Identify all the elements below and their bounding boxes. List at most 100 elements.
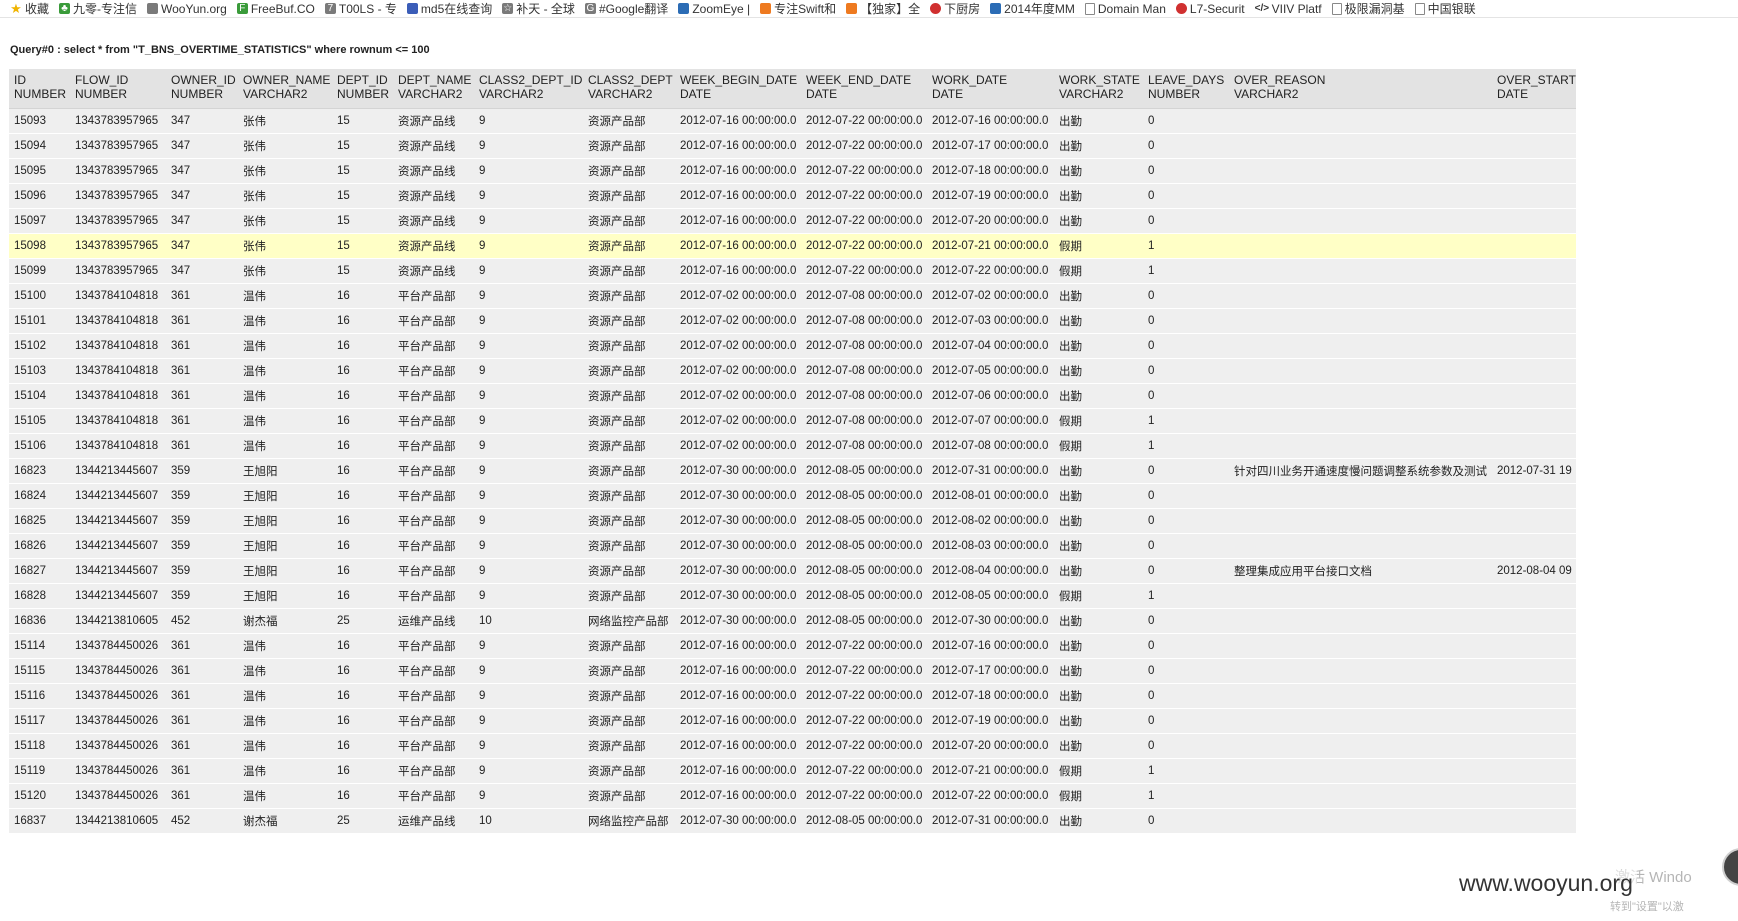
table-cell: 9 — [474, 458, 583, 484]
column-header[interactable]: DEPT_ID NUMBER — [332, 69, 393, 109]
table-cell: 资源产品部 — [583, 108, 675, 134]
column-name: WORK_DATE — [932, 73, 1008, 87]
column-header[interactable]: LEAVE_DAYS NUMBER — [1143, 69, 1229, 109]
table-cell: 出勤 — [1054, 383, 1143, 409]
column-header[interactable]: DEPT_NAME VARCHAR2 — [393, 69, 474, 109]
table-row[interactable]: 16824 1344213445607 359 王旭阳 16 平台产品部 9 资源产品部 201… — [9, 483, 1576, 509]
bookmark-item[interactable]: F FreeBuf.CO — [236, 2, 315, 16]
table-row[interactable]: 15102 1343784104818 361 温伟 16 平台产品部 9 资源产品部 2012… — [9, 333, 1576, 359]
table-row[interactable]: 15118 1343784450026 361 温伟 16 平台产品部 9 资源产品部 2012… — [9, 733, 1576, 759]
table-cell: 2012-07-30 00:00:00.0 — [927, 608, 1054, 634]
table-cell: 1343783957965 — [70, 183, 166, 209]
column-header[interactable]: WORK_STATE VARCHAR2 — [1054, 69, 1143, 109]
table-cell: 2012-07-22 00:00:00.0 — [801, 133, 927, 159]
bookmark-item[interactable]: </> VIIV Platf — [1255, 2, 1322, 16]
table-cell: 2012-07-22 00:00:00.0 — [801, 658, 927, 684]
table-cell: 温伟 — [238, 333, 332, 359]
table-cell: 0 — [1143, 733, 1229, 759]
bookmark-item[interactable]: md5在线查询 — [406, 0, 492, 17]
table-row[interactable]: 15103 1343784104818 361 温伟 16 平台产品部 9 资源产品部 2012… — [9, 358, 1576, 384]
table-cell: 温伟 — [238, 308, 332, 334]
table-cell — [1492, 283, 1576, 309]
table-row[interactable]: 16825 1344213445607 359 王旭阳 16 平台产品部 9 资源产品部 201… — [9, 508, 1576, 534]
table-cell: 9 — [474, 208, 583, 234]
bookmark-item[interactable]: 下厨房 — [930, 0, 980, 17]
table-cell: 15098 — [9, 233, 70, 259]
table-cell: 2012-07-22 00:00:00.0 — [801, 208, 927, 234]
table-cell: 出勤 — [1054, 683, 1143, 709]
table-cell: 资源产品部 — [583, 783, 675, 809]
bookmark-item[interactable]: 7 T00LS - 专 — [324, 0, 397, 17]
table-cell — [1492, 333, 1576, 359]
star-icon: ★ — [10, 1, 22, 16]
column-header[interactable]: ID NUMBER — [9, 69, 70, 109]
table-row[interactable]: 15115 1343784450026 361 温伟 16 平台产品部 9 资源产品部 2012… — [9, 658, 1576, 684]
table-row[interactable]: 15096 1343783957965 347 张伟 15 资源产品线 9 资源产品部 2012… — [9, 183, 1576, 209]
table-cell: 1343784104818 — [70, 308, 166, 334]
column-header[interactable]: CLASS2_DEPT_ID VARCHAR2 — [474, 69, 583, 109]
table-row[interactable]: 16827 1344213445607 359 王旭阳 16 平台产品部 9 资源产品部 201… — [9, 558, 1576, 584]
column-header[interactable]: OVER_START DATE — [1492, 69, 1576, 109]
table-row[interactable]: 15097 1343783957965 347 张伟 15 资源产品线 9 资源产品部 2012… — [9, 208, 1576, 234]
bookmark-item[interactable]: 中国银联 — [1414, 0, 1476, 17]
table-cell: 9 — [474, 158, 583, 184]
table-row[interactable]: 15116 1343784450026 361 温伟 16 平台产品部 9 资源产品部 2012… — [9, 683, 1576, 709]
table-cell: 9 — [474, 233, 583, 259]
table-cell: 平台产品部 — [393, 408, 474, 434]
table-cell: 资源产品部 — [583, 758, 675, 784]
bookmark-item[interactable]: ♣ 九零-专注信 — [59, 0, 137, 17]
table-row[interactable]: 16836 1344213810605 452 谢杰福 25 运维产品线 10 网络监控产品部… — [9, 608, 1576, 634]
table-row[interactable]: 15101 1343784104818 361 温伟 16 平台产品部 9 资源产品部 2012… — [9, 308, 1576, 334]
bookmark-item[interactable]: L7-Securit — [1175, 2, 1245, 16]
table-row[interactable]: 16837 1344213810605 452 谢杰福 25 运维产品线 10 网络监控产品部… — [9, 808, 1576, 834]
table-row[interactable]: 15114 1343784450026 361 温伟 16 平台产品部 9 资源产品部 2012… — [9, 633, 1576, 659]
table-row[interactable]: 16828 1344213445607 359 王旭阳 16 平台产品部 9 资源产品部 201… — [9, 583, 1576, 609]
table-row[interactable]: 15106 1343784104818 361 温伟 16 平台产品部 9 资源产品部 2012… — [9, 433, 1576, 459]
column-header[interactable]: FLOW_ID NUMBER — [70, 69, 166, 109]
table-cell: 2012-07-16 00:00:00.0 — [675, 208, 801, 234]
table-cell — [1492, 508, 1576, 534]
column-header[interactable]: OWNER_NAME VARCHAR2 — [238, 69, 332, 109]
bookmark-item[interactable]: 极限漏洞基 — [1331, 0, 1405, 17]
table-row[interactable]: 15120 1343784450026 361 温伟 16 平台产品部 9 资源产品部 2012… — [9, 783, 1576, 809]
bookmark-item[interactable]: ZoomEye | — [678, 2, 750, 16]
column-header[interactable]: CLASS2_DEPT VARCHAR2 — [583, 69, 675, 109]
table-cell — [1229, 583, 1492, 609]
bookmark-item[interactable]: 专注Swift和 — [760, 0, 836, 17]
table-cell — [1229, 533, 1492, 559]
table-cell: 平台产品部 — [393, 783, 474, 809]
table-row[interactable]: 16826 1344213445607 359 王旭阳 16 平台产品部 9 资源产品部 201… — [9, 533, 1576, 559]
table-cell: 平台产品部 — [393, 733, 474, 759]
column-header[interactable]: OWNER_ID NUMBER — [166, 69, 238, 109]
bookmark-item[interactable]: WooYun.org — [147, 2, 227, 16]
bookmark-item[interactable]: ☆ 补天 - 全球 — [502, 0, 575, 17]
table-row[interactable]: 15099 1343783957965 347 张伟 15 资源产品线 9 资源产品部 2012… — [9, 258, 1576, 284]
bookmark-item[interactable]: 2014年度MM — [990, 0, 1075, 17]
column-header[interactable]: WORK_DATE DATE — [927, 69, 1054, 109]
table-row[interactable]: 15095 1343783957965 347 张伟 15 资源产品线 9 资源产品部 2012… — [9, 158, 1576, 184]
floating-widget-icon[interactable] — [1722, 848, 1738, 886]
table-row[interactable]: 15094 1343783957965 347 张伟 15 资源产品线 9 资源产品部 2012… — [9, 133, 1576, 159]
table-row[interactable]: 15093 1343783957965 347 张伟 15 资源产品线 9 资源产品部 2012… — [9, 108, 1576, 134]
table-row[interactable]: 15098 1343783957965 347 张伟 15 资源产品线 9 资源产品部 2012… — [9, 233, 1576, 259]
table-row[interactable]: 15119 1343784450026 361 温伟 16 平台产品部 9 资源产品部 2012… — [9, 758, 1576, 784]
table-cell: 0 — [1143, 158, 1229, 184]
table-cell — [1229, 183, 1492, 209]
table-row[interactable]: 16823 1344213445607 359 王旭阳 16 平台产品部 9 资源产品部 201… — [9, 458, 1576, 484]
column-header[interactable]: WEEK_END_DATE DATE — [801, 69, 927, 109]
table-cell: 359 — [166, 458, 238, 484]
table-row[interactable]: 15104 1343784104818 361 温伟 16 平台产品部 9 资源产品部 2012… — [9, 383, 1576, 409]
bookmark-item[interactable]: Domain Man — [1084, 2, 1166, 16]
table-cell: 温伟 — [238, 758, 332, 784]
table-row[interactable]: 15117 1343784450026 361 温伟 16 平台产品部 9 资源产品部 2012… — [9, 708, 1576, 734]
table-cell: 2012-07-18 00:00:00.0 — [927, 158, 1054, 184]
bookmark-item[interactable]: ★ 收藏 — [10, 0, 49, 17]
column-header[interactable]: OVER_REASON VARCHAR2 — [1229, 69, 1492, 109]
column-header[interactable]: WEEK_BEGIN_DATE DATE — [675, 69, 801, 109]
table-cell: 2012-07-22 00:00:00.0 — [801, 683, 927, 709]
table-cell — [1492, 183, 1576, 209]
bookmark-item[interactable]: G #Google翻译 — [584, 0, 668, 17]
table-row[interactable]: 15100 1343784104818 361 温伟 16 平台产品部 9 资源产品部 2012… — [9, 283, 1576, 309]
table-row[interactable]: 15105 1343784104818 361 温伟 16 平台产品部 9 资源产品部 2012… — [9, 408, 1576, 434]
bookmark-item[interactable]: 【独家】全 — [846, 0, 920, 17]
